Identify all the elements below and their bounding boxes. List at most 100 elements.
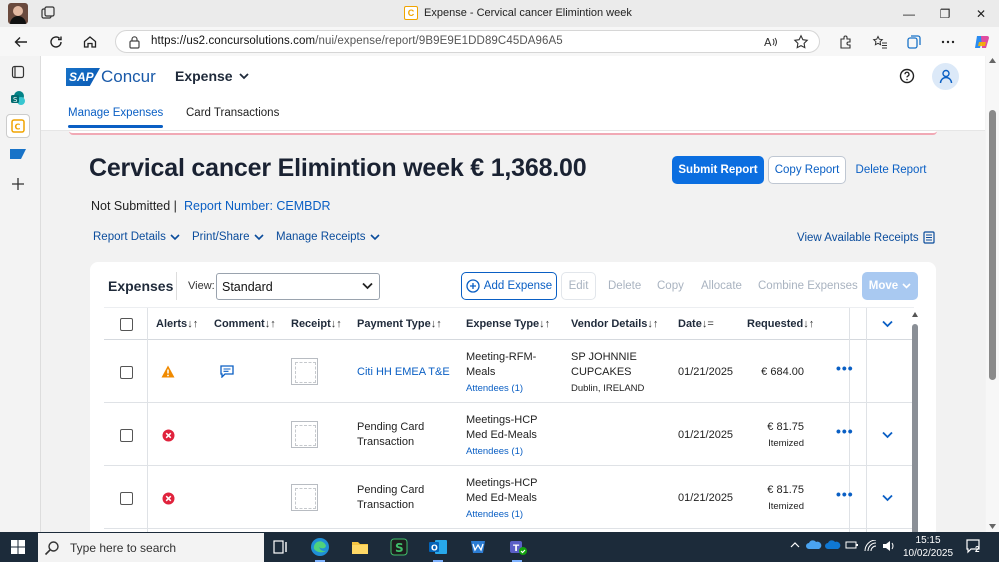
tab-manage-expenses[interactable]: Manage Expenses [68, 107, 164, 128]
page-scrollbar[interactable] [986, 56, 999, 532]
expand-row-chevron-icon[interactable] [882, 494, 893, 502]
system-clock[interactable]: 15:15 10/02/2025 [903, 534, 953, 560]
favorites-icon[interactable] [863, 34, 897, 50]
table-row[interactable]: Pending Card Transaction Meetings-HCP Me… [104, 404, 914, 466]
more-options-icon[interactable] [931, 34, 965, 50]
col-comment[interactable]: Comment↓↑ [214, 318, 276, 330]
payment-type[interactable]: Citi HH EMEA T&E [357, 365, 450, 380]
table-row[interactable]: Pending Card Transaction Meetings-HCP Me… [104, 467, 914, 529]
onedrive-business-icon[interactable] [825, 540, 841, 550]
expand-all-chevron-icon[interactable] [882, 320, 893, 328]
address-bar[interactable]: https://us2.concursolutions.com/nui/expe… [115, 30, 820, 53]
col-payment-type[interactable]: Payment Type↓↑ [357, 318, 442, 330]
col-expense-type[interactable]: Expense Type↓↑ [466, 318, 550, 330]
comment-icon[interactable] [220, 365, 234, 378]
report-number: Report Number: CEMBDR [184, 199, 331, 213]
report-title: Cervical cancer Elimintion week € 1,368.… [89, 154, 587, 182]
report-details-label: Report Details [93, 231, 166, 243]
read-aloud-icon[interactable]: A [763, 34, 779, 50]
combine-expenses-button[interactable]: Combine Expenses [758, 280, 858, 292]
add-expense-button[interactable]: Add Expense [461, 272, 557, 300]
receipt-thumbnail[interactable] [291, 484, 318, 511]
volume-icon[interactable] [882, 540, 896, 552]
help-icon[interactable] [899, 68, 915, 84]
select-all-checkbox[interactable] [120, 318, 133, 331]
windows-start-icon[interactable] [11, 540, 25, 554]
view-available-receipts-link[interactable]: View Available Receipts [797, 231, 935, 244]
col-receipt[interactable]: Receipt↓↑ [291, 318, 342, 330]
edit-button[interactable]: Edit [561, 272, 596, 300]
manage-receipts-menu[interactable]: Manage Receipts [276, 231, 380, 243]
attendees-link[interactable]: Attendees (1) [466, 444, 523, 459]
row-actions-icon[interactable]: ••• [836, 423, 854, 439]
task-view-icon[interactable] [270, 536, 292, 558]
user-profile-icon[interactable] [932, 63, 959, 90]
taskbar-search[interactable]: Type here to search [38, 533, 264, 562]
delete-report-button[interactable]: Delete Report [851, 156, 931, 184]
collections-icon[interactable] [897, 34, 931, 50]
col-vendor-details[interactable]: Vendor Details↓↑ [571, 318, 658, 330]
home-button[interactable] [79, 31, 101, 53]
attendees-link[interactable]: Attendees (1) [466, 381, 523, 396]
extensions-icon[interactable] [829, 34, 863, 50]
delete-button[interactable]: Delete [608, 280, 641, 292]
submit-report-button[interactable]: Submit Report [672, 156, 764, 184]
close-window-button[interactable]: ✕ [963, 0, 999, 27]
word-icon[interactable] [467, 536, 489, 558]
onedrive-icon[interactable] [806, 540, 822, 550]
back-button[interactable] [10, 31, 32, 53]
copy-report-button[interactable]: Copy Report [768, 156, 846, 184]
tray-overflow-icon[interactable] [790, 540, 800, 550]
module-menu[interactable]: Expense [175, 68, 249, 84]
profile-avatar[interactable] [8, 3, 28, 24]
view-select-value: Standard [222, 280, 273, 294]
copilot-icon[interactable] [965, 33, 999, 51]
expand-row-chevron-icon[interactable] [882, 431, 893, 439]
sort-icon: ↓↑ [539, 318, 551, 330]
receipt-thumbnail[interactable] [291, 421, 318, 448]
tab-card-transactions[interactable]: Card Transactions [186, 107, 279, 119]
row-actions-icon[interactable]: ••• [836, 360, 854, 376]
attendees-link[interactable]: Attendees (1) [466, 507, 523, 522]
file-explorer-icon[interactable] [349, 536, 371, 558]
wifi-icon[interactable] [864, 540, 878, 552]
workspaces-icon[interactable] [41, 6, 55, 20]
sort-icon: ↓↑ [264, 318, 276, 330]
outlook-icon[interactable]: O [427, 536, 449, 562]
sharepoint-icon[interactable]: S [8, 88, 28, 108]
app-s-icon[interactable]: S [388, 536, 410, 558]
minimize-button[interactable]: — [891, 0, 927, 27]
favorite-star-icon[interactable] [793, 34, 809, 50]
concur-sidebar-icon[interactable]: C [6, 114, 30, 138]
receipt-thumbnail[interactable] [291, 358, 318, 385]
active-tab[interactable]: C Expense - Cervical cancer Elimintion w… [404, 6, 632, 20]
lock-icon[interactable] [128, 35, 141, 49]
refresh-button[interactable] [45, 31, 67, 53]
print-share-menu[interactable]: Print/Share [192, 231, 264, 243]
browser-titlebar: C Expense - Cervical cancer Elimintion w… [0, 0, 999, 27]
col-requested[interactable]: Requested↓↑ [747, 318, 814, 330]
tab-actions-icon[interactable] [8, 62, 28, 82]
row-checkbox[interactable] [120, 366, 133, 379]
table-scrollbar[interactable] [911, 310, 919, 532]
sap-sidebar-icon[interactable] [8, 144, 28, 164]
row-actions-icon[interactable]: ••• [836, 486, 854, 502]
row-checkbox[interactable] [120, 492, 133, 505]
row-checkbox[interactable] [120, 429, 133, 442]
move-button[interactable]: Move [862, 272, 918, 300]
notifications-icon[interactable]: 2 [965, 538, 983, 554]
view-select[interactable]: Standard [216, 273, 380, 300]
add-sidebar-icon[interactable] [8, 174, 28, 194]
maximize-button[interactable]: ❐ [927, 0, 963, 27]
edge-taskbar-icon[interactable] [309, 536, 331, 562]
copy-button[interactable]: Copy [657, 280, 684, 292]
col-alerts[interactable]: Alerts↓↑ [156, 318, 198, 330]
teams-icon[interactable]: T [506, 536, 528, 562]
allocate-button[interactable]: Allocate [701, 280, 742, 292]
itemized-note: Itemized [768, 438, 804, 449]
table-row[interactable]: Citi HH EMEA T&E Meeting-RFM-Meals Atten… [104, 341, 914, 403]
report-details-menu[interactable]: Report Details [93, 231, 180, 243]
col-date[interactable]: Date↓= [678, 318, 714, 330]
concur-brand: Concur [101, 67, 156, 86]
battery-icon[interactable] [845, 540, 859, 550]
